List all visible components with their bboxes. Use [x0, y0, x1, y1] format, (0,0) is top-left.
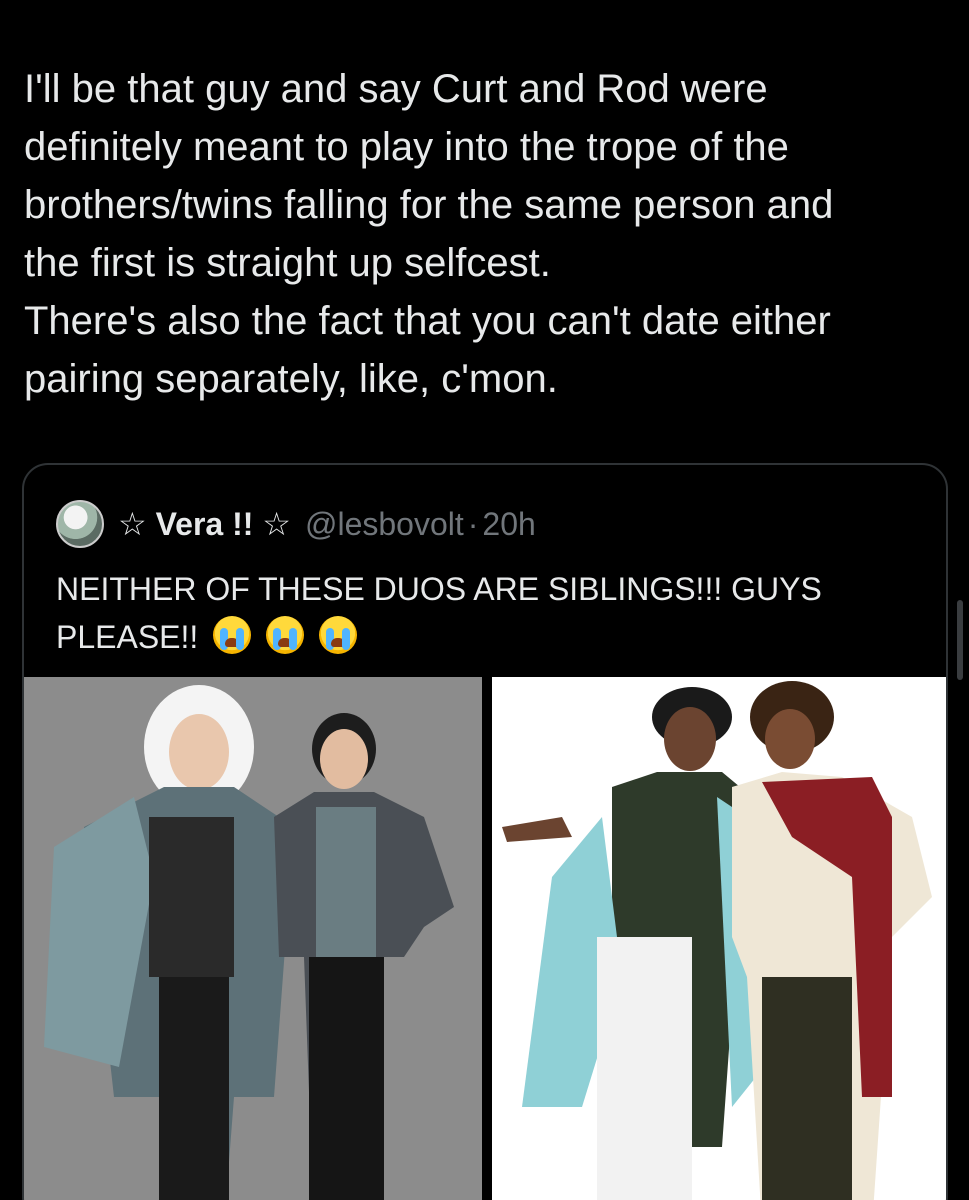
- timestamp[interactable]: 20h: [482, 506, 535, 543]
- media-image-left[interactable]: [24, 677, 482, 1200]
- loudly-crying-face-icon: [266, 616, 305, 654]
- loudly-crying-face-icon: [318, 616, 357, 654]
- loudly-crying-face-icon: [213, 616, 252, 654]
- quoted-tweet-text: NEITHER OF THESE DUOS ARE SIBLINGS!!! GU…: [56, 565, 916, 661]
- user-handle[interactable]: @lesbovolt: [305, 506, 464, 543]
- illustration-left: [24, 677, 482, 1200]
- post-text: I'll be that guy and say Curt and Rod we…: [24, 67, 834, 401]
- quoted-tweet-card[interactable]: ☆ Vera !! ☆ @lesbovolt · 20h NEITHER OF …: [22, 463, 948, 1200]
- quoted-tweet-body: NEITHER OF THESE DUOS ARE SIBLINGS!!! GU…: [56, 571, 822, 655]
- separator: ·: [467, 505, 479, 542]
- illustration-right: [492, 677, 946, 1200]
- media-image-right[interactable]: [492, 677, 946, 1200]
- scrollbar-thumb[interactable]: [957, 600, 963, 680]
- display-name[interactable]: ☆ Vera !! ☆: [118, 505, 291, 543]
- avatar[interactable]: [56, 500, 104, 548]
- quoted-tweet-header: ☆ Vera !! ☆ @lesbovolt · 20h: [56, 499, 536, 549]
- media-grid: [24, 677, 946, 1200]
- tweet-view: I'll be that guy and say Curt and Rod we…: [0, 0, 969, 1200]
